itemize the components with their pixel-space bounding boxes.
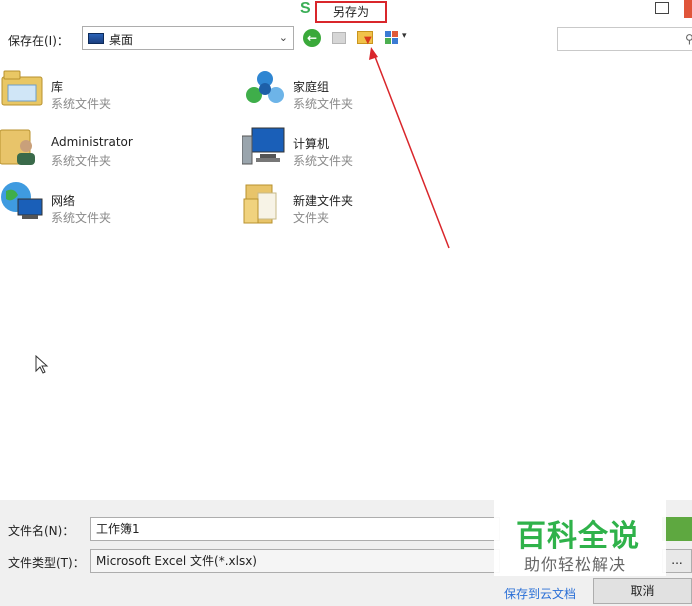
title-bar: S 另存为 [0, 0, 692, 23]
file-name: 计算机 [293, 137, 330, 151]
homegroup-icon [246, 71, 284, 103]
search-input[interactable]: ⚲ [557, 27, 692, 51]
user-folder-icon [0, 129, 35, 165]
file-name: 库 [51, 80, 64, 94]
toolbar: 保存在(I)： 桌面 ⌄ ← ▼ ▾ ⚲ [0, 24, 692, 56]
new-folder-button[interactable]: ▼ [357, 29, 375, 47]
up-folder-button[interactable] [331, 29, 349, 47]
back-button[interactable]: ← [303, 29, 321, 47]
up-folder-icon [332, 32, 346, 44]
view-menu-button[interactable]: ▾ [385, 29, 411, 47]
watermark-title: 百科全说 [516, 519, 640, 554]
file-type: 文件夹 [293, 211, 330, 225]
close-button[interactable] [684, 0, 692, 18]
desktop-icon [88, 33, 104, 44]
file-item-administrator[interactable]: Administrator 系统文件夹 [0, 118, 230, 174]
folder-icon [243, 184, 277, 224]
network-icon [1, 182, 43, 219]
file-type: 系统文件夹 [51, 97, 112, 111]
watermark: 百科全说 助你轻松解决 [494, 500, 666, 576]
file-name: 新建文件夹 [293, 194, 354, 208]
file-name: 网络 [51, 194, 76, 208]
file-item-network[interactable]: 网络 系统文件夹 [0, 175, 230, 231]
save-to-cloud-link[interactable]: 保存到云文档 [504, 585, 576, 602]
save-button[interactable] [662, 517, 692, 541]
chevron-down-icon: ⌄ [278, 31, 288, 44]
watermark-subtitle: 助你轻松解决 [524, 555, 627, 574]
file-type: 系统文件夹 [293, 97, 354, 111]
filetype-select[interactable]: Microsoft Excel 文件(*.xlsx) [90, 549, 500, 573]
file-item-computer[interactable]: 计算机 系统文件夹 [242, 118, 472, 174]
cancel-button[interactable]: 取消 [593, 578, 692, 604]
save-location-value: 桌面 [109, 33, 134, 47]
save-location-select[interactable]: 桌面 ⌄ [82, 26, 294, 50]
file-item-new-folder[interactable]: 新建文件夹 文件夹 [242, 175, 472, 231]
file-name: Administrator [51, 135, 133, 149]
maximize-button[interactable] [655, 2, 669, 14]
more-options-button[interactable]: ... [662, 549, 692, 573]
computer-icon [242, 127, 285, 165]
file-type: 系统文件夹 [51, 154, 112, 168]
file-type: 系统文件夹 [51, 211, 112, 225]
filetype-label: 文件类型(T)： [8, 556, 85, 570]
file-item-homegroup[interactable]: 家庭组 系统文件夹 [242, 61, 472, 117]
library-icon [1, 70, 43, 106]
file-item-library[interactable]: 库 系统文件夹 [0, 61, 230, 117]
filename-input[interactable]: 工作簿1 [90, 517, 500, 541]
chevron-down-icon: ▾ [402, 31, 407, 41]
window-title: 另存为 [315, 1, 387, 23]
file-list: 库 系统文件夹 家庭组 系统文件夹 Administrator 系统文件夹 计算… [0, 56, 692, 500]
view-grid-icon [385, 31, 391, 37]
search-icon: ⚲ [685, 32, 692, 46]
file-type: 系统文件夹 [293, 154, 354, 168]
wps-logo-icon: S [300, 0, 311, 17]
mouse-cursor-icon [35, 355, 49, 374]
save-in-label: 保存在(I)： [8, 34, 69, 48]
file-name: 家庭组 [293, 80, 330, 94]
filename-label: 文件名(N)： [8, 524, 75, 538]
